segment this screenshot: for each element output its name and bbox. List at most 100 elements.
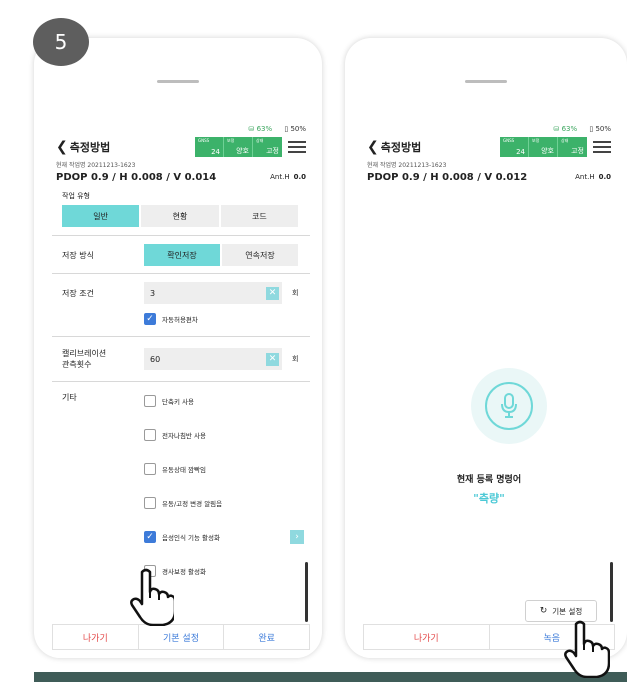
scrollbar[interactable] xyxy=(305,562,308,622)
gnss-status-panel: GNSS 24 보정 양호 상태 고정 xyxy=(195,137,282,157)
hamburger-menu-icon[interactable] xyxy=(593,138,611,156)
page-title: 측정방법 xyxy=(69,141,111,154)
save-condition-unit: 회 xyxy=(292,289,299,297)
state-value: 고정 xyxy=(571,147,584,155)
work-type-status[interactable]: 현황 xyxy=(141,205,219,227)
clear-icon[interactable]: ✕ xyxy=(266,352,279,366)
reset-default-button[interactable]: ↻ 기본 설정 xyxy=(525,600,597,622)
work-type-label: 작업 유형 xyxy=(62,192,90,200)
phone-left: ⛁ 63% ▯ 50% ❮ 측정방법 GNSS 24 보정 양호 상태 고정 현재 작… xyxy=(34,38,322,658)
other-label: 기타 xyxy=(62,393,77,402)
state-label: 상태 xyxy=(256,138,264,143)
ant-label: Ant.H xyxy=(270,173,290,181)
footer-bar xyxy=(34,672,627,682)
default-settings-button[interactable]: 기본 설정 xyxy=(137,624,224,650)
work-type-tabs: 일반 현황 코드 xyxy=(62,205,300,227)
checkbox-icon[interactable] xyxy=(144,429,156,441)
status-bar: ⛁ 63% ▯ 50% xyxy=(52,122,310,136)
chevron-right-icon[interactable]: › xyxy=(290,530,304,544)
save-method-label: 저장 방식 xyxy=(62,250,94,260)
checkbox-icon[interactable] xyxy=(144,463,156,475)
ant-label: Ant.H xyxy=(575,173,595,181)
option-tilt[interactable]: 경사보정 활성화 xyxy=(52,563,310,579)
exit-button[interactable]: 나가기 xyxy=(363,624,489,650)
state-value: 고정 xyxy=(266,147,279,155)
save-condition-input[interactable]: 3 ✕ xyxy=(144,282,282,304)
command-label: 현재 등록 명령어 xyxy=(456,475,522,485)
command-value: "측량" xyxy=(473,492,505,505)
calibration-input[interactable]: 60 ✕ xyxy=(144,348,282,370)
calibration-unit: 회 xyxy=(292,355,299,363)
clear-icon[interactable]: ✕ xyxy=(266,286,279,300)
gnss-label: GNSS xyxy=(198,138,210,143)
checkbox-icon[interactable] xyxy=(144,395,156,407)
battery-percent: 50% xyxy=(595,125,611,133)
status-bar: ⛁ 63% ▯ 50% xyxy=(363,122,615,136)
calibration-value: 60 xyxy=(150,354,161,364)
correction-value: 양호 xyxy=(541,147,554,155)
save-method-continuous[interactable]: 연속저장 xyxy=(222,244,298,266)
divider xyxy=(52,235,310,236)
tap-hand-icon xyxy=(130,568,174,626)
back-icon[interactable]: ❮ xyxy=(56,139,68,155)
refresh-icon: ↻ xyxy=(539,606,548,616)
phone-right: ⛁ 63% ▯ 50% ❮ 측정방법 GNSS 24 보정 양호 상태 고정 현재 작… xyxy=(345,38,627,658)
save-condition-value: 3 xyxy=(150,288,156,298)
gnss-label: GNSS xyxy=(503,138,515,143)
app-bar: ❮ 측정방법 GNSS 24 보정 양호 상태 고정 xyxy=(363,136,615,158)
option-label: 유동상태 깜빡임 xyxy=(162,466,206,474)
step-badge: 5 xyxy=(33,18,89,66)
ant-value: 0.0 xyxy=(293,173,306,181)
gnss-satellites: 24 xyxy=(211,148,220,156)
reset-label: 기본 설정 xyxy=(552,606,583,616)
battery-percent: 50% xyxy=(290,125,306,133)
work-type-code[interactable]: 코드 xyxy=(220,205,298,227)
auto-tolerance-label: 자동허용편차 xyxy=(162,316,198,324)
checkbox-checked-icon[interactable]: ✓ xyxy=(144,531,156,543)
checkbox-checked-icon[interactable]: ✓ xyxy=(144,313,156,325)
correction-value: 양호 xyxy=(236,147,249,155)
microphone-button[interactable] xyxy=(471,368,547,444)
calibration-label-line2: 관측횟수 xyxy=(62,360,92,369)
done-button[interactable]: 완료 xyxy=(223,624,311,650)
save-method-row: 저장 방식 확인저장 연속저장 xyxy=(52,244,310,266)
option-compass[interactable]: 전자나침반 사용 xyxy=(52,427,310,443)
checkbox-icon[interactable] xyxy=(144,497,156,509)
bottom-bar: 나가기 기본 설정 완료 xyxy=(52,624,311,650)
screen-left: ⛁ 63% ▯ 50% ❮ 측정방법 GNSS 24 보정 양호 상태 고정 현재 작… xyxy=(52,122,311,658)
calibration-label-line1: 캘리브레이션 xyxy=(62,349,107,358)
correction-label: 보정 xyxy=(532,138,540,143)
page-title: 측정방법 xyxy=(380,141,422,154)
divider xyxy=(52,336,310,337)
divider xyxy=(52,381,310,382)
auto-tolerance-row[interactable]: ✓ 자동허용편차 xyxy=(52,311,310,327)
ant-value: 0.0 xyxy=(598,173,611,181)
work-type-normal[interactable]: 일반 xyxy=(62,205,140,227)
option-fix-alert[interactable]: 유동/고정 변경 알림음 xyxy=(52,495,310,511)
speaker xyxy=(157,80,199,83)
option-label: 유동/고정 변경 알림음 xyxy=(162,500,223,508)
option-label: 전자나침반 사용 xyxy=(162,432,206,440)
microphone-icon xyxy=(485,382,533,430)
pdop-text: PDOP 0.9 / H 0.008 / V 0.014 xyxy=(56,171,217,183)
exit-button[interactable]: 나가기 xyxy=(52,624,138,650)
gnss-satellites: 24 xyxy=(516,148,525,156)
option-float-blink[interactable]: 유동상태 깜빡임 xyxy=(52,461,310,477)
back-icon[interactable]: ❮ xyxy=(367,139,379,155)
gnss-percent: 63% xyxy=(561,125,578,133)
option-voice-recognition[interactable]: ✓ 음성인식 기능 활성화 › xyxy=(52,529,310,545)
save-condition-label: 저장 조건 xyxy=(62,288,94,298)
gnss-signal-icon: ⛁ xyxy=(553,125,562,133)
state-label: 상태 xyxy=(561,138,569,143)
app-bar: ❮ 측정방법 GNSS 24 보정 양호 상태 고정 xyxy=(52,136,310,158)
correction-label: 보정 xyxy=(227,138,235,143)
pdop-info: PDOP 0.9 / H 0.008 / V 0.012 Ant.H 0.0 xyxy=(363,169,615,185)
gnss-percent: 63% xyxy=(256,125,273,133)
gnss-status-panel: GNSS 24 보정 양호 상태 고정 xyxy=(500,137,587,157)
scrollbar[interactable] xyxy=(610,562,613,622)
save-method-confirm[interactable]: 확인저장 xyxy=(144,244,220,266)
option-label: 단축키 사용 xyxy=(162,398,194,406)
speaker xyxy=(465,80,507,83)
job-name: 현재 작업명 20211213-1623 xyxy=(367,162,447,169)
hamburger-menu-icon[interactable] xyxy=(288,138,306,156)
